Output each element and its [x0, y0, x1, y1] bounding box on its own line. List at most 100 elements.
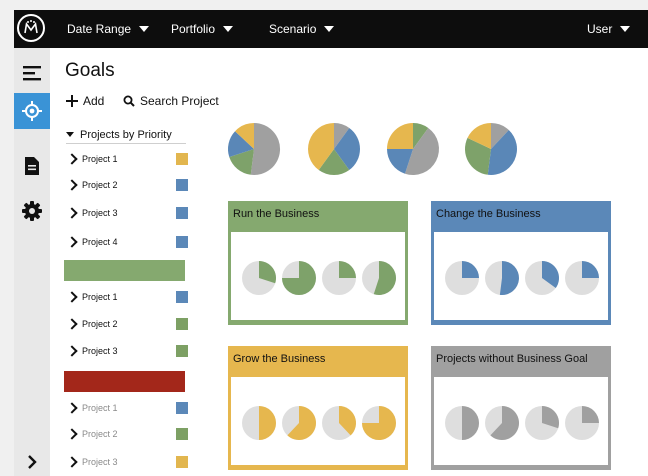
- goal-pie-row: [445, 261, 599, 295]
- goal-card[interactable]: Run the Business: [228, 201, 408, 325]
- caret-down-icon: [139, 26, 150, 32]
- chevron-right-icon: [66, 236, 78, 248]
- summary-pie-slice: [334, 127, 360, 171]
- gear-icon[interactable]: [14, 193, 50, 229]
- page-title: Goals: [65, 60, 115, 81]
- goal-pie: [362, 406, 396, 440]
- project-name: Project 2: [82, 180, 118, 190]
- project-color-swatch: [176, 345, 188, 357]
- document-icon[interactable]: [14, 148, 50, 184]
- project-color-swatch: [176, 456, 188, 468]
- portfolio-label: Portfolio: [171, 22, 216, 36]
- summary-pie-slice: [334, 123, 350, 149]
- goal-card-title: Projects without Business Goal: [436, 353, 588, 365]
- project-color-swatch: [176, 318, 188, 330]
- goal-pie-slice: [582, 406, 599, 423]
- goal-card-body: [231, 232, 405, 320]
- project-color-swatch: [176, 207, 188, 219]
- chevron-right-icon: [66, 318, 78, 330]
- summary-pie-slice: [227, 131, 254, 158]
- summary-pie-slice: [491, 123, 509, 149]
- goal-pie: [565, 406, 599, 440]
- goal-pie-slice: [339, 261, 356, 278]
- goal-pie: [282, 406, 316, 440]
- project-color-swatch: [176, 179, 188, 191]
- goal-card[interactable]: Projects without Business Goal: [431, 346, 611, 470]
- summary-pie-slice: [386, 149, 413, 174]
- summary-pie-slice: [404, 127, 439, 175]
- goal-pie: [242, 261, 277, 295]
- project-row[interactable]: Project 1: [66, 400, 188, 416]
- goal-card-body: [434, 377, 608, 465]
- chevron-right-icon: [66, 456, 78, 468]
- scenario-label: Scenario: [269, 22, 317, 36]
- search-icon: [123, 95, 135, 107]
- date-range-label: Date Range: [67, 22, 132, 36]
- chevron-right-icon: [66, 179, 78, 191]
- add-label: Add: [83, 94, 105, 108]
- goal-card-title: Change the Business: [436, 208, 541, 220]
- caret-down-icon: [66, 132, 74, 137]
- project-row[interactable]: Project 2: [66, 177, 188, 193]
- scenario-menu[interactable]: Scenario: [269, 10, 335, 48]
- project-row[interactable]: Project 3: [66, 205, 188, 221]
- goal-card-title: Run the Business: [233, 208, 320, 220]
- search-project-button[interactable]: Search Project: [123, 94, 219, 108]
- chevron-right-icon[interactable]: [14, 444, 50, 476]
- goal-pie-row: [242, 406, 396, 440]
- chevron-right-icon: [66, 207, 78, 219]
- hamburger-menu-icon[interactable]: [14, 55, 50, 91]
- project-row[interactable]: Project 1: [66, 151, 188, 167]
- left-rail: [14, 48, 50, 476]
- goal-pie: [362, 261, 396, 295]
- project-color-swatch: [176, 402, 188, 414]
- user-label: User: [587, 22, 613, 36]
- project-name: Project 1: [82, 154, 118, 164]
- target-icon[interactable]: [14, 93, 50, 129]
- goal-pie-slice: [259, 406, 276, 440]
- goal-pie-slice: [462, 261, 479, 278]
- portfolio-menu[interactable]: Portfolio: [171, 10, 234, 48]
- goal-pie: [485, 406, 519, 440]
- goal-pie-slice: [499, 261, 519, 295]
- user-menu[interactable]: User: [587, 10, 631, 48]
- goal-pie-slice: [462, 406, 479, 440]
- summary-pie-slice: [318, 149, 350, 175]
- project-name: Project 4: [82, 237, 118, 247]
- goal-pie: [445, 261, 479, 295]
- add-button[interactable]: Add: [66, 94, 104, 108]
- goal-pie: [322, 406, 357, 440]
- goal-card-body: [434, 232, 608, 320]
- caret-down-icon: [620, 26, 631, 32]
- summary-pie-slice: [229, 149, 254, 175]
- summary-pie-slice: [464, 137, 491, 175]
- project-row[interactable]: Project 2: [66, 426, 188, 442]
- chevron-right-icon: [66, 402, 78, 414]
- project-row[interactable]: Project 3: [66, 343, 188, 359]
- top-bar: Date Range Portfolio Scenario User: [14, 10, 648, 48]
- chevron-right-icon: [66, 428, 78, 440]
- goal-card[interactable]: Change the Business: [431, 201, 611, 325]
- goal-pie-slice: [582, 261, 599, 278]
- goal-card-title: Grow the Business: [233, 353, 326, 365]
- date-range-menu[interactable]: Date Range: [67, 10, 150, 48]
- summary-pie-slice: [250, 122, 281, 175]
- summary-pie-slice: [308, 123, 334, 171]
- project-row[interactable]: Project 4: [66, 234, 188, 250]
- project-color-swatch: [176, 291, 188, 303]
- goal-pie: [525, 406, 560, 440]
- goal-card[interactable]: Grow the Business: [228, 346, 408, 470]
- projects-by-priority-label: Projects by Priority: [80, 128, 172, 141]
- project-row[interactable]: Project 3: [66, 454, 188, 470]
- projects-by-priority-toggle[interactable]: Projects by Priority: [66, 126, 186, 144]
- project-row[interactable]: Project 2: [66, 316, 188, 332]
- project-row[interactable]: Project 1: [66, 289, 188, 305]
- goal-pie: [445, 406, 479, 440]
- project-name: Project 2: [82, 319, 118, 329]
- chevron-right-icon: [66, 153, 78, 165]
- summary-pie-slice: [387, 123, 413, 149]
- summary-pie-slice: [235, 123, 254, 149]
- monogram-logo-icon[interactable]: [17, 14, 45, 42]
- priority-band: [64, 260, 185, 281]
- goal-pie-row: [242, 261, 396, 295]
